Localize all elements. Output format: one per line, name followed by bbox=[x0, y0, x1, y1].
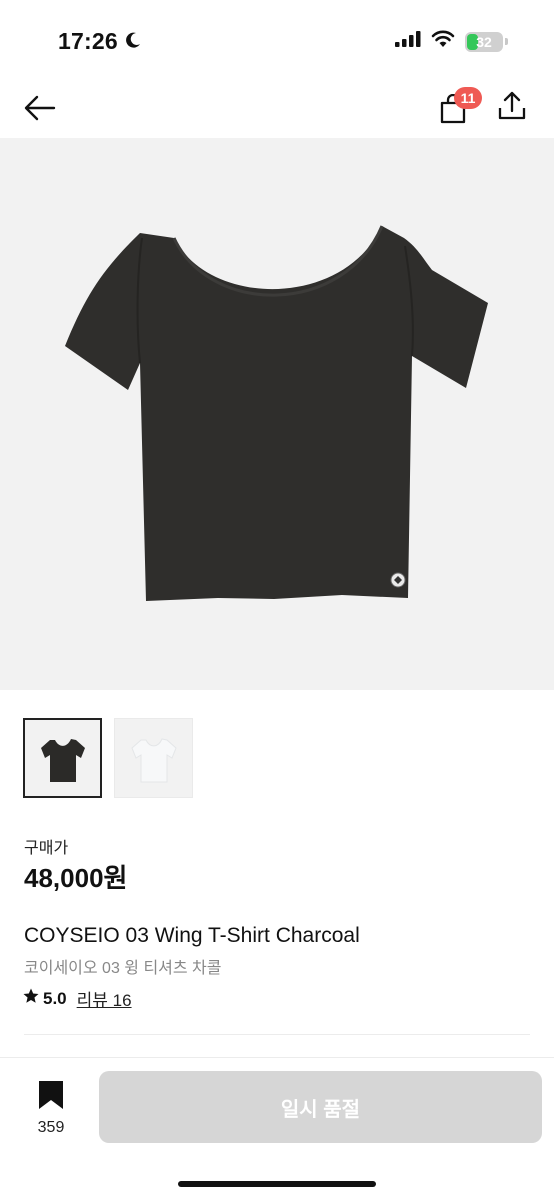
price: 48,000원 bbox=[24, 863, 128, 893]
thumbnail-charcoal-image bbox=[40, 739, 85, 782]
battery-cap bbox=[505, 38, 508, 45]
moon-icon bbox=[124, 28, 142, 55]
wifi-icon bbox=[431, 30, 455, 53]
bookmark-button[interactable]: 359 bbox=[30, 1080, 72, 1136]
product-title: COYSEIO 03 Wing T-Shirt Charcoal bbox=[24, 924, 360, 947]
product-subtitle: 코이세이오 03 윙 티셔츠 차콜 bbox=[24, 960, 222, 977]
thumbnail-white[interactable] bbox=[114, 718, 193, 798]
status-bar: 17:26 32 bbox=[0, 0, 554, 84]
price-label: 구매가 bbox=[24, 840, 69, 857]
battery-icon: 32 bbox=[465, 31, 503, 52]
star-icon bbox=[22, 987, 40, 1010]
home-indicator bbox=[178, 1181, 376, 1187]
signal-icon bbox=[395, 31, 421, 52]
rating-row: 5.0 리뷰 16 bbox=[22, 986, 132, 1011]
charcoal-tshirt-image bbox=[65, 225, 488, 601]
cart-badge: 11 bbox=[454, 87, 482, 109]
divider bbox=[24, 1034, 530, 1035]
product-image[interactable] bbox=[0, 138, 554, 690]
battery-text: 32 bbox=[476, 33, 492, 50]
share-button[interactable] bbox=[496, 90, 532, 126]
review-link[interactable]: 리뷰 16 bbox=[77, 986, 132, 1011]
share-icon bbox=[496, 91, 528, 126]
rating-value: 5.0 bbox=[43, 988, 67, 1008]
cart-button[interactable]: 11 bbox=[434, 87, 482, 128]
thumbnail-charcoal[interactable] bbox=[23, 718, 102, 798]
bookmark-icon bbox=[38, 1080, 64, 1115]
thumbnail-list bbox=[23, 718, 193, 798]
nav-bar: 11 bbox=[0, 84, 554, 138]
status-time-group: 17:26 bbox=[58, 28, 142, 55]
back-button[interactable] bbox=[22, 92, 58, 128]
thumbnail-white-image bbox=[130, 738, 177, 783]
arrow-left-icon bbox=[23, 94, 57, 127]
status-time: 17:26 bbox=[58, 28, 118, 54]
soldout-button[interactable]: 일시 품절 bbox=[99, 1071, 542, 1143]
status-icons: 32 bbox=[395, 30, 508, 53]
bookmark-count: 359 bbox=[37, 1119, 65, 1136]
divider bbox=[0, 1057, 554, 1058]
